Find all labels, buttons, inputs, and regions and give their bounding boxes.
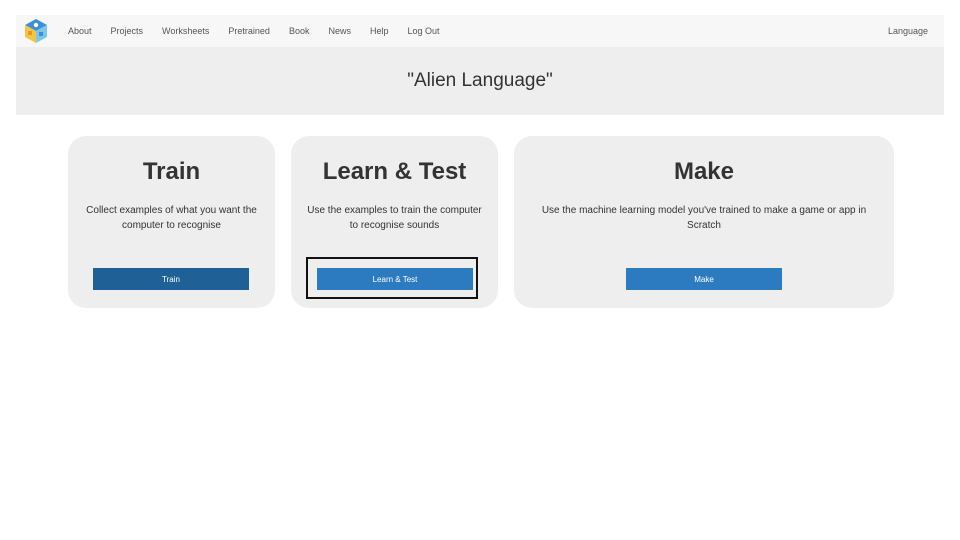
learn-test-card-title: Learn & Test [322, 158, 467, 185]
nav-link-pretrained[interactable]: Pretrained [228, 26, 270, 36]
language-menu[interactable]: Language [888, 15, 928, 47]
learn-test-card: Learn & Test Use the examples to train t… [291, 136, 498, 308]
project-title-banner: "Alien Language" [16, 47, 944, 115]
nav-link-worksheets[interactable]: Worksheets [162, 26, 209, 36]
learn-test-card-description: Use the examples to train the computer t… [307, 205, 482, 231]
project-title: "Alien Language" [407, 70, 553, 91]
ml4k-logo-icon[interactable] [24, 18, 48, 44]
nav-link-about[interactable]: About [68, 26, 92, 36]
train-button[interactable]: Train [93, 268, 249, 290]
nav-link-projects[interactable]: Projects [111, 26, 144, 36]
train-card-description: Collect examples of what you want the co… [86, 205, 257, 231]
make-button[interactable]: Make [626, 268, 782, 290]
app-root: About Projects Worksheets Pretrained Boo… [0, 0, 960, 540]
nav-link-help[interactable]: Help [370, 26, 389, 36]
learn-test-button[interactable]: Learn & Test [317, 268, 473, 290]
make-card-description: Use the machine learning model you've tr… [541, 205, 867, 231]
make-card: Make Use the machine learning model you'… [514, 136, 894, 308]
top-navbar: About Projects Worksheets Pretrained Boo… [16, 15, 944, 47]
nav-link-book[interactable]: Book [289, 26, 310, 36]
train-card: Train Collect examples of what you want … [68, 136, 275, 308]
nav-link-logout[interactable]: Log Out [407, 26, 439, 36]
make-card-title: Make [673, 158, 735, 185]
train-card-title: Train [142, 158, 201, 185]
nav-links: About Projects Worksheets Pretrained Boo… [68, 15, 459, 47]
nav-link-news[interactable]: News [328, 26, 351, 36]
